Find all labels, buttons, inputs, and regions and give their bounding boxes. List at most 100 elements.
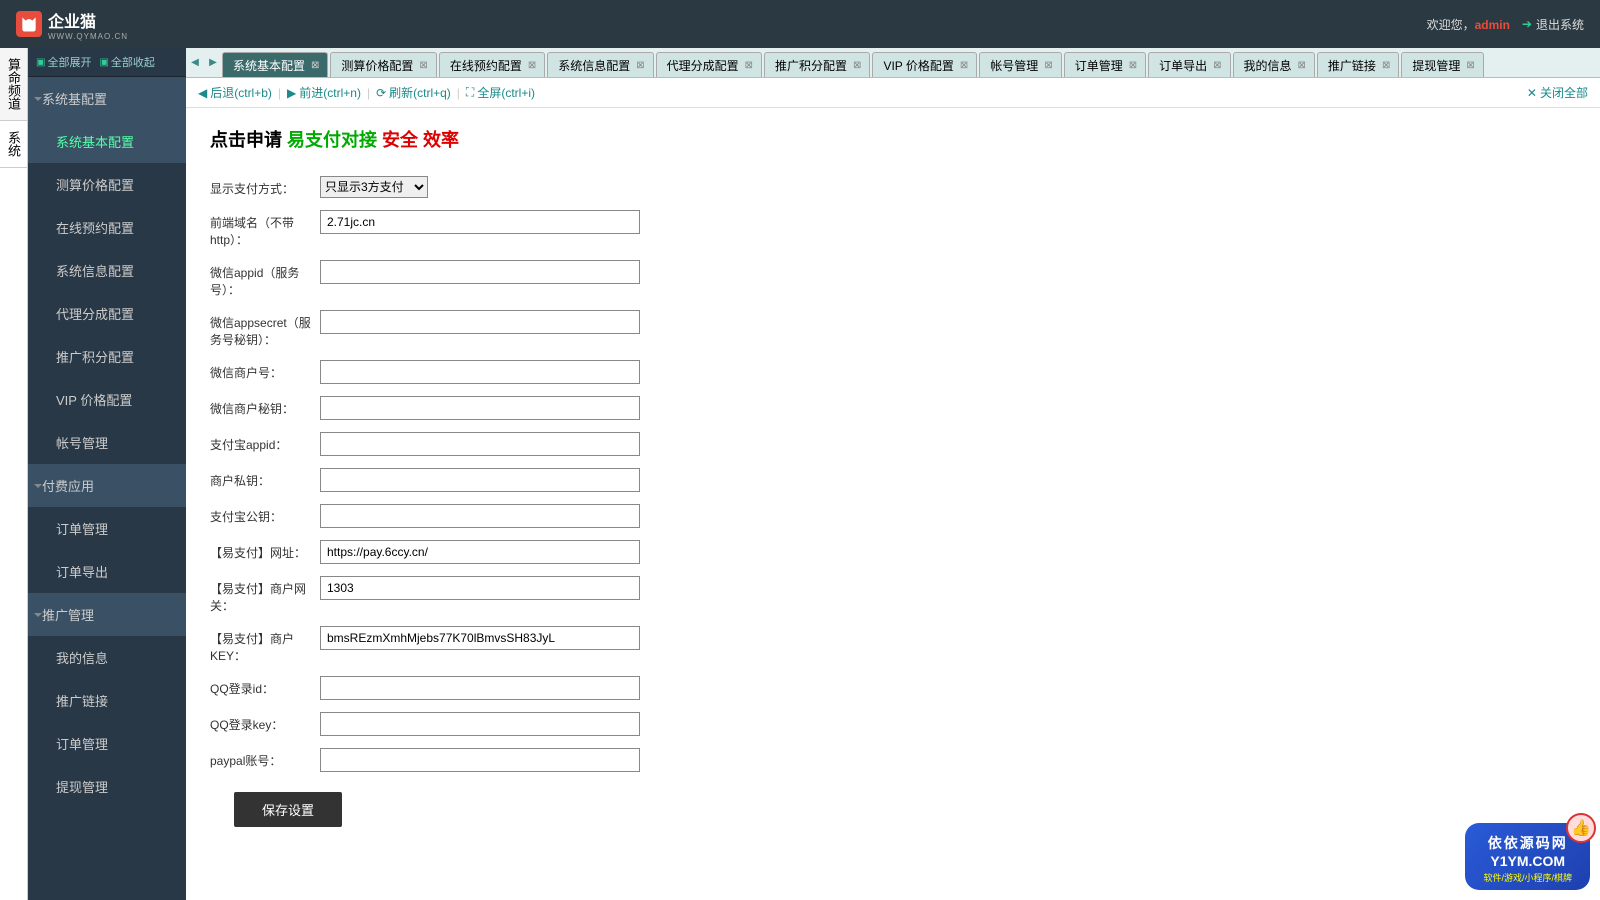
nav-item[interactable]: 代理分成配置 [28,292,186,335]
sidebar-tools: ▣全部展开 ▣全部收起 [28,48,186,77]
logout-link[interactable]: ➔退出系统 [1522,16,1584,33]
qq-key-label: QQ登录key： [210,712,320,733]
mch-private-input[interactable] [320,468,640,492]
paypal-input[interactable] [320,748,640,772]
tab-close-icon[interactable]: ⊠ [1211,60,1223,71]
nav-item[interactable]: 在线预约配置 [28,206,186,249]
tab-close-icon[interactable]: ⊠ [309,60,321,71]
tab-close-icon[interactable]: ⊠ [1127,60,1139,71]
tab-close-icon[interactable]: ⊠ [1042,60,1054,71]
epay-key-input[interactable] [320,626,640,650]
nav-item[interactable]: 系统基本配置 [28,120,186,163]
nav-item[interactable]: 系统信息配置 [28,249,186,292]
main-area: ◀ ▶ 系统基本配置⊠测算价格配置⊠在线预约配置⊠系统信息配置⊠代理分成配置⊠推… [186,48,1600,900]
tab[interactable]: 订单导出 ⊠ [1148,52,1230,78]
minus-icon: ▣ [99,57,108,68]
tab-scroll-left[interactable]: ◀ [186,49,204,77]
tab-close-icon[interactable]: ⊠ [634,60,646,71]
current-user: admin [1475,18,1510,32]
pay-display-select[interactable]: 只显示3方支付 [320,176,428,198]
plus-icon: ▣ [36,57,45,68]
nav-forward[interactable]: ▶前进(ctrl+n) [287,84,361,101]
tab-close-icon[interactable]: ⊠ [851,60,863,71]
tab-label: 订单导出 [1159,57,1207,74]
logo-area: 企业猫 WWW.QYMAO.CN [16,8,128,41]
nav-item[interactable]: 测算价格配置 [28,163,186,206]
save-button[interactable]: 保存设置 [234,792,342,827]
tab-label: 提现管理 [1412,57,1460,74]
side-tab-fortune[interactable]: 算命频道 [0,48,27,121]
tab[interactable]: 我的信息⊠ [1233,52,1315,78]
nav-item[interactable]: 我的信息 [28,636,186,679]
tab[interactable]: VIP 价格配置⊠ [872,52,977,78]
tab-label: 代理分成配置 [667,57,739,74]
nav-item[interactable]: 提现管理 [28,765,186,808]
tab[interactable]: 订单管理 ⊠ [1064,52,1146,78]
collapse-all-link[interactable]: ▣全部收起 [99,54,154,70]
wx-mch-input[interactable] [320,360,640,384]
tab-close-icon[interactable]: ⊠ [1464,60,1476,71]
ali-appid-input[interactable] [320,432,640,456]
wx-mchkey-label: 微信商户秘钥： [210,396,320,417]
wx-appid-label: 微信appid（服务号）： [210,260,320,298]
tab-close-icon[interactable]: ⊠ [958,60,970,71]
nav-refresh[interactable]: ⟳刷新(ctrl+q) [376,84,451,101]
nav-category[interactable]: 系统基配置 [28,77,186,120]
tab-scroll-right[interactable]: ▶ [204,49,222,77]
expand-all-link[interactable]: ▣全部展开 [36,54,91,70]
tab-close-icon[interactable]: ⊠ [1296,60,1308,71]
nav-item[interactable]: 订单管理 [28,507,186,550]
epay-key-label: 【易支付】商户KEY： [210,626,320,664]
tab[interactable]: 帐号管理⊠ [979,52,1061,78]
tab-label: 推广积分配置 [775,57,847,74]
mch-private-label: 商户私钥： [210,468,320,489]
tab-close-icon[interactable]: ⊠ [526,60,538,71]
logo-icon [16,11,42,37]
top-right: 欢迎您，admin ➔退出系统 [1427,16,1584,33]
tab[interactable]: 测算价格配置⊠ [330,52,436,78]
nav-item[interactable]: 推广链接 [28,679,186,722]
nav-fullscreen[interactable]: ⛶全屏(ctrl+i) [466,84,535,101]
nav-category[interactable]: 付费应用 [28,464,186,507]
tab[interactable]: 系统基本配置 ⊠ [222,52,328,78]
tab[interactable]: 在线预约配置 ⊠ [439,52,545,78]
qq-id-input[interactable] [320,676,640,700]
page-title: 点击申请 易支付对接 安全 效率 [210,126,1576,152]
tab[interactable]: 推广积分配置 ⊠ [764,52,870,78]
tab[interactable]: 提现管理 ⊠ [1401,52,1483,78]
tab-close-icon[interactable]: ⊠ [743,60,755,71]
epay-gw-input[interactable] [320,576,640,600]
qq-key-input[interactable] [320,712,640,736]
wx-appid-input[interactable] [320,260,640,284]
nav-back[interactable]: ◀后退(ctrl+b) [198,84,272,101]
tab-close-icon[interactable]: ⊠ [417,60,429,71]
tab[interactable]: 代理分成配置 ⊠ [656,52,762,78]
tab-strip: ◀ ▶ 系统基本配置⊠测算价格配置⊠在线预约配置⊠系统信息配置⊠代理分成配置⊠推… [186,48,1600,78]
wx-secret-input[interactable] [320,310,640,334]
tab[interactable]: 推广链接⊠ [1317,52,1399,78]
welcome-text: 欢迎您，admin [1427,16,1510,33]
nav-item[interactable]: 订单导出 [28,550,186,593]
epay-gw-label: 【易支付】商户网关： [210,576,320,614]
nav-item[interactable]: 推广积分配置 [28,335,186,378]
sidebar: ▣全部展开 ▣全部收起 系统基配置系统基本配置测算价格配置在线预约配置系统信息配… [28,48,186,900]
tab[interactable]: 系统信息配置⊠ [547,52,653,78]
nav-item[interactable]: VIP 价格配置 [28,378,186,421]
wx-mchkey-input[interactable] [320,396,640,420]
tab-label: 订单管理 [1075,57,1123,74]
nav-item[interactable]: 帐号管理 [28,421,186,464]
tab-close-icon[interactable]: ⊠ [1380,60,1392,71]
epay-url-input[interactable] [320,540,640,564]
domain-input[interactable] [320,210,640,234]
close-all-tabs[interactable]: ✕关闭全部 [1527,84,1588,101]
qq-id-label: QQ登录id： [210,676,320,697]
nav-item[interactable]: 订单管理 [28,722,186,765]
nav-category[interactable]: 推广管理 [28,593,186,636]
tab-label: 系统基本配置 [233,57,305,74]
back-icon: ◀ [198,86,207,100]
side-tab-system[interactable]: 系统 [0,121,27,168]
ali-appid-label: 支付宝appid： [210,432,320,453]
content: 点击申请 易支付对接 安全 效率 显示支付方式：只显示3方支付 前端域名（不带h… [186,108,1600,900]
tab-label: 在线预约配置 [450,57,522,74]
ali-pubkey-input[interactable] [320,504,640,528]
